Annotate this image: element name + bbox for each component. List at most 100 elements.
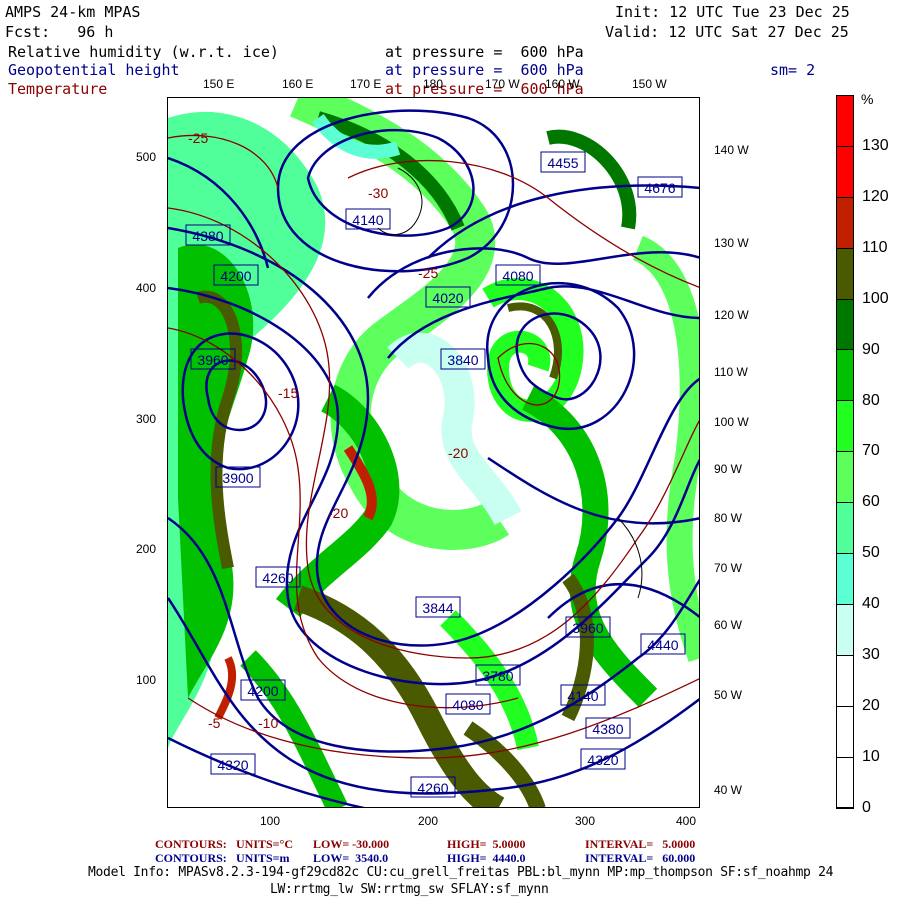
colorbar-unit: %	[861, 91, 874, 107]
colorbar-label: 130	[862, 137, 889, 154]
temp-contour-high: HIGH= 5.0000	[447, 837, 526, 851]
height-label: 3900	[222, 470, 253, 486]
temperature-label: -20	[448, 445, 468, 461]
height-contour-units: UNITS=m	[236, 851, 290, 865]
temp-contour-units: UNITS=°C	[236, 837, 293, 851]
lon-label: 160 W	[545, 77, 580, 91]
colorbar-segment	[837, 655, 853, 707]
height-label: 4080	[452, 697, 483, 713]
height-label: 4080	[502, 268, 533, 284]
height-label: 4140	[352, 212, 383, 228]
height-label: 4200	[220, 268, 251, 284]
colorbar	[836, 95, 854, 810]
height-label: 3960	[197, 352, 228, 368]
valid-time: Valid: 12 UTC Sat 27 Dec 25	[605, 23, 849, 41]
lon-label: 150 W	[632, 77, 667, 91]
colorbar-label: 40	[862, 595, 880, 613]
temp-contour-low: LOW= -30.000	[313, 837, 390, 851]
temperature-label: -5	[208, 715, 221, 731]
colorbar-segment	[837, 197, 853, 249]
x-tick: 100	[260, 814, 281, 828]
height-label: 4320	[217, 757, 248, 773]
forecast-hour: Fcst: 96 h	[5, 23, 114, 41]
temp-contour-label: CONTOURS:	[155, 837, 227, 851]
colorbar-segment	[837, 604, 853, 656]
temperature-label: -10	[258, 715, 278, 731]
colorbar-label: 70	[862, 442, 880, 460]
lon-label: 170 W	[485, 77, 520, 91]
colorbar-label: 100	[862, 289, 889, 307]
height-label: 4440	[647, 637, 678, 653]
x-tick: 300	[575, 814, 596, 828]
height-label: 4200	[247, 683, 278, 699]
height-label: 4020	[432, 290, 463, 306]
colorbar-segment	[837, 401, 853, 453]
height-contour-high: HIGH= 4440.0	[447, 851, 526, 865]
y-tick: 400	[136, 281, 157, 295]
lon-label: 130 W	[714, 236, 749, 250]
height-contour-interval: INTERVAL= 60.000	[585, 851, 696, 865]
y-tick: 100	[136, 673, 157, 687]
model-info-physics: LW:rrtmg_lw SW:rrtmg_sw SFLAY:sf_mynn	[270, 882, 549, 897]
field-name-rh: Relative humidity (w.r.t. ice)	[8, 43, 279, 61]
height-label: 4260	[417, 780, 448, 796]
height-label: 4380	[592, 721, 623, 737]
height-label: 3844	[422, 600, 453, 616]
colorbar-label: 20	[862, 696, 880, 714]
height-contour-label: CONTOURS:	[155, 851, 227, 865]
lon-label: 140 W	[714, 143, 749, 157]
x-tick: 200	[418, 814, 439, 828]
field-name-height: Geopotential height	[8, 61, 180, 79]
humidity-shading	[168, 98, 699, 807]
height-label: 4320	[587, 752, 618, 768]
colorbar-label: 90	[862, 340, 880, 358]
field-name-temp: Temperature	[8, 80, 108, 98]
lon-label: 150 E	[203, 77, 235, 91]
smoothing-label: sm= 2	[770, 61, 816, 79]
height-label: 3780	[482, 668, 513, 684]
colorbar-segment	[837, 554, 853, 605]
temperature-label: -25	[418, 265, 438, 281]
colorbar-segment	[837, 299, 853, 351]
colorbar-segment	[837, 452, 853, 504]
lon-label: 60 W	[714, 618, 743, 632]
height-label: 3960	[572, 620, 603, 636]
height-label: 4140	[567, 688, 598, 704]
lon-label: 110 W	[714, 365, 748, 379]
height-label: 4455	[547, 155, 578, 171]
colorbar-label: 10	[862, 747, 880, 765]
lon-label: 120 W	[714, 308, 749, 322]
init-time: Init: 12 UTC Tue 23 Dec 25	[615, 3, 850, 21]
lon-label: 170 E	[350, 77, 382, 91]
colorbar-segment	[837, 757, 853, 809]
temp-contour-interval: INTERVAL= 5.0000	[585, 837, 696, 851]
height-label: 4676	[644, 180, 675, 196]
colorbar-label: 30	[862, 646, 880, 663]
height-contour-low: LOW= 3540.0	[313, 851, 389, 865]
height-label: 3840	[447, 352, 478, 368]
model-title: AMPS 24-km MPAS	[5, 3, 141, 21]
colorbar-label: 50	[862, 544, 880, 562]
map-plot: 4455 4676 4140 4380 4020 4080 4200 3960 3840 3900…	[168, 98, 699, 807]
lon-label: 180	[423, 77, 444, 91]
lon-label: 80 W	[714, 511, 743, 525]
x-tick: 400	[676, 814, 697, 828]
colorbar-label: 120	[862, 187, 889, 205]
lon-label: 50 W	[714, 688, 743, 702]
colorbar-segment	[837, 503, 853, 555]
y-tick: 500	[136, 150, 157, 164]
height-label: 4260	[262, 570, 293, 586]
colorbar-label: 0	[862, 798, 871, 816]
colorbar-segment	[837, 96, 853, 147]
field-level-height: at pressure = 600 hPa	[385, 61, 584, 79]
temperature-label: -20	[328, 505, 348, 521]
colorbar-segment	[837, 706, 853, 758]
lon-label: 40 W	[714, 783, 743, 797]
temperature-label: -30	[368, 185, 388, 201]
colorbar-segment	[837, 146, 853, 198]
colorbar-label: 60	[862, 493, 880, 511]
colorbar-segment	[837, 350, 853, 402]
forecast-map: 4455 4676 4140 4380 4020 4080 4200 3960 3840 3900…	[167, 97, 700, 808]
lon-label: 160 E	[282, 77, 314, 91]
y-tick: 300	[136, 412, 157, 426]
